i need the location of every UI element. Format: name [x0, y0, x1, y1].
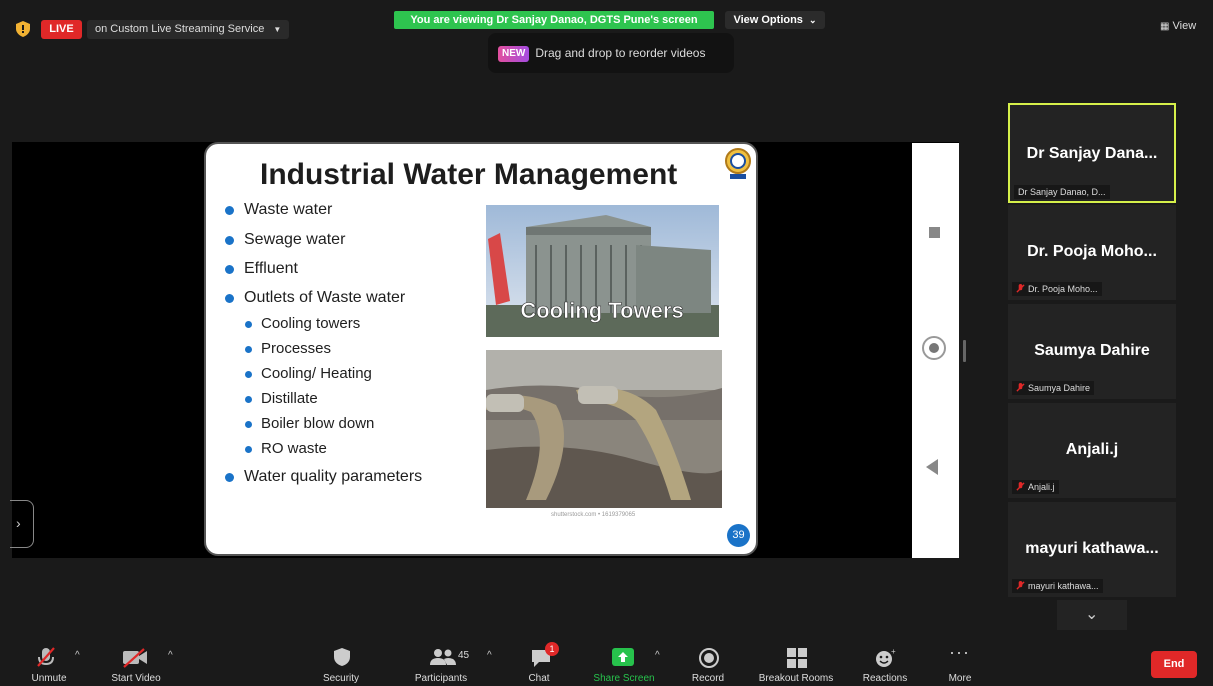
participant-tile[interactable]: Saumya Dahire Saumya Dahire	[1008, 304, 1176, 399]
share-screen-icon	[612, 648, 634, 666]
record-label: Record	[691, 673, 725, 684]
participant-name: Anjali.j	[1065, 441, 1119, 458]
caret-down-icon: ▼	[273, 25, 282, 34]
previous-slide-icon[interactable]	[926, 459, 938, 475]
participant-label-box: Anjali.j	[1012, 480, 1059, 494]
caret-up-icon[interactable]: ^	[487, 650, 492, 661]
svg-text:+: +	[891, 647, 896, 656]
slide-bullet: Water quality parameters	[224, 468, 423, 485]
unmute-label: Unmute	[31, 673, 67, 684]
participant-tile[interactable]: mayuri kathawa... mayuri kathawa...	[1008, 502, 1176, 597]
stop-icon[interactable]	[929, 227, 940, 238]
participants-label: Participants	[414, 673, 468, 684]
view-label: View	[1172, 20, 1197, 32]
caret-up-icon[interactable]: ^	[75, 650, 80, 661]
start-video-label: Start Video	[111, 673, 161, 684]
participant-tile[interactable]: Dr. Pooja Moho... Dr. Pooja Moho...	[1008, 205, 1176, 300]
slide-page-number: 39	[727, 524, 750, 547]
slide-bullet: Sewage water	[224, 231, 346, 248]
participant-label: Anjali.j	[1028, 482, 1055, 492]
caret-up-icon[interactable]: ^	[168, 650, 173, 661]
wastewater-pipes-image	[486, 350, 722, 508]
slide-sub-bullet: Cooling towers	[244, 315, 361, 332]
slide-controls-panel	[912, 143, 959, 558]
participant-label-box: Saumya Dahire	[1012, 381, 1095, 395]
participant-label: Dr Sanjay Danao, D...	[1014, 185, 1110, 199]
participants-icon	[430, 649, 456, 665]
slide-sub-bullet: Boiler blow down	[244, 415, 375, 432]
slide-sub-bullet: RO waste	[245, 440, 327, 457]
participant-name: mayuri kathawa...	[1025, 540, 1159, 557]
slide-bullet: Effluent	[225, 260, 298, 277]
shield-icon	[16, 21, 30, 37]
slide-sub-bullet: Cooling/ Heating	[245, 365, 372, 382]
chevron-down-icon: ⌄	[1085, 606, 1099, 623]
image-credit: shutterstock.com • 1619379065	[551, 512, 636, 518]
slide-title: Industrial Water Management	[260, 158, 678, 191]
participant-label-box: mayuri kathawa...	[1012, 579, 1103, 593]
view-button[interactable]: ▦ View	[1160, 20, 1196, 32]
record-icon	[699, 648, 719, 668]
participant-name: Dr Sanjay Dana...	[1026, 145, 1158, 162]
view-options-label: View Options	[733, 14, 803, 26]
viewing-banner: You are viewing Dr Sanjay Danao, DGTS Pu…	[394, 11, 714, 29]
chat-badge: 1	[545, 642, 559, 656]
caret-up-icon[interactable]: ^	[655, 650, 660, 661]
reactions-label: Reactions	[862, 673, 908, 684]
participant-label-box: Dr. Pooja Moho...	[1012, 282, 1102, 296]
participant-tile[interactable]: Dr Sanjay Dana... Dr Sanjay Danao, D...	[1008, 103, 1176, 203]
more-dots-icon: ···	[949, 642, 970, 662]
cooling-towers-image: Cooling Towers	[486, 205, 719, 337]
participant-label: Saumya Dahire	[1028, 383, 1091, 393]
grid-icon: ▦	[1160, 21, 1170, 32]
end-meeting-button[interactable]: End	[1151, 651, 1197, 678]
slide-sub-bullet: Processes	[244, 340, 332, 357]
reorder-tip: NEW Drag and drop to reorder videos	[488, 33, 734, 73]
participants-count: 45	[458, 650, 470, 661]
scroll-down-button[interactable]: ⌄	[1057, 600, 1127, 630]
cooling-towers-caption: Cooling Towers	[520, 298, 683, 323]
institute-logo-icon	[725, 148, 751, 179]
breakout-rooms-label: Breakout Rooms	[758, 673, 834, 684]
chevron-right-icon: ›	[16, 515, 21, 531]
shield-icon	[334, 648, 350, 666]
new-badge: NEW	[498, 45, 530, 62]
mic-off-icon	[37, 647, 55, 667]
mic-muted-icon	[1016, 482, 1025, 491]
expand-panel-button[interactable]: ›	[10, 500, 34, 548]
chevron-down-icon: ⌄	[809, 15, 817, 25]
pointer-icon[interactable]	[922, 336, 946, 360]
reactions-icon: +	[876, 647, 896, 667]
participant-label: mayuri kathawa...	[1028, 581, 1099, 591]
share-screen-label: Share Screen	[593, 673, 655, 684]
stream-service-label: on Custom Live Streaming Service	[95, 23, 265, 35]
participant-name: Saumya Dahire	[1034, 342, 1150, 359]
mic-muted-icon	[1016, 284, 1025, 293]
presentation-slide: Industrial Water Management Waste water …	[204, 142, 758, 556]
pointer-dot	[929, 343, 939, 353]
chat-label: Chat	[528, 673, 550, 684]
live-badge[interactable]: LIVE	[41, 20, 82, 39]
participant-tile[interactable]: Anjali.j Anjali.j	[1008, 403, 1176, 498]
view-options-button[interactable]: View Options ⌄	[725, 11, 825, 29]
participant-label: Dr. Pooja Moho...	[1028, 284, 1098, 294]
slide-bullet: Waste water	[224, 201, 333, 218]
mic-muted-icon	[1016, 581, 1025, 590]
tip-text: Drag and drop to reorder videos	[535, 46, 706, 60]
stream-service-dropdown[interactable]: on Custom Live Streaming Service ▼	[87, 20, 290, 39]
breakout-rooms-icon	[787, 648, 807, 668]
slide-sub-bullet: Distillate	[245, 390, 318, 407]
security-label: Security	[322, 673, 360, 684]
slide-bullet: Outlets of Waste water	[224, 289, 406, 306]
mic-muted-icon	[1016, 383, 1025, 392]
panel-resize-handle[interactable]	[963, 340, 966, 362]
participant-name: Dr. Pooja Moho...	[1027, 243, 1157, 260]
video-off-icon	[123, 648, 147, 668]
more-label: More	[948, 673, 972, 684]
